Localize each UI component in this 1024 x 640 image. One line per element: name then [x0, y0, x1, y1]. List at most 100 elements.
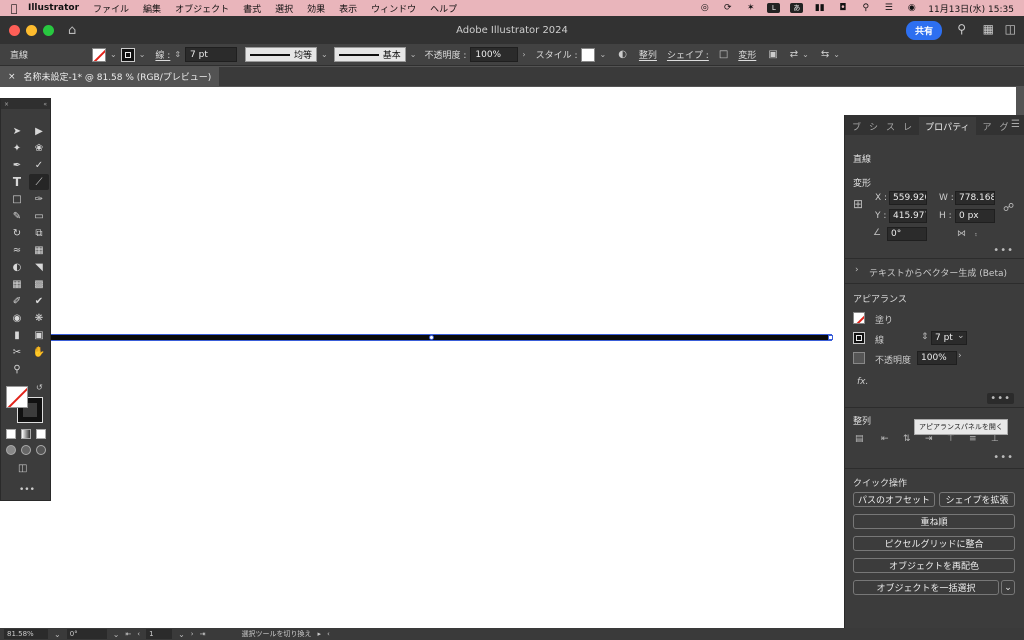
input-method-icon[interactable]: あ — [790, 3, 804, 13]
close-panel-icon[interactable]: × — [4, 101, 9, 108]
reflect-icon[interactable]: ⇄ — [790, 49, 798, 60]
isolate-icon[interactable]: ⇆ — [821, 49, 829, 60]
menu-select[interactable]: 選択 — [275, 2, 293, 15]
menu-app-name[interactable]: Illustrator — [28, 3, 79, 13]
align-link[interactable]: 整列 — [639, 48, 657, 61]
select-same-button[interactable]: オブジェクトを一括選択 — [853, 580, 999, 595]
panel-menu-icon[interactable]: ☰ — [1011, 119, 1020, 130]
scroll-left-icon[interactable]: ‹ — [327, 630, 330, 638]
tab-brushes[interactable]: ブ — [851, 117, 862, 135]
collapse-panel-icon[interactable]: « — [43, 101, 47, 108]
fill-swatch[interactable] — [92, 47, 107, 62]
chevron-right-icon[interactable]: › — [855, 265, 859, 275]
first-artboard-icon[interactable]: ⇤ — [125, 630, 131, 638]
gradient-mode-icon[interactable] — [21, 429, 31, 439]
tools-panel-header[interactable]: × « — [1, 99, 50, 109]
appearance-stroke-swatch[interactable] — [853, 332, 865, 344]
tab-layers[interactable]: レ — [902, 117, 913, 135]
workspace-icon[interactable]: ▦ — [983, 22, 994, 36]
curvature-tool-icon[interactable]: ✓ — [29, 157, 49, 173]
menu-help[interactable]: ヘルプ — [430, 2, 457, 15]
home-icon[interactable]: ⌂ — [68, 23, 76, 38]
status-menu-icon[interactable]: ▸ — [317, 630, 321, 638]
apple-icon[interactable]:  — [0, 2, 28, 15]
align-left-icon[interactable]: ⇤ — [881, 434, 889, 444]
arrange-documents-icon[interactable]: ◫ — [1005, 22, 1016, 36]
draw-normal-icon[interactable] — [6, 445, 16, 455]
paintbrush-tool-icon[interactable]: ✑ — [29, 191, 49, 207]
last-artboard-icon[interactable]: ⇥ — [200, 630, 206, 638]
stepper-icon[interactable]: ⇕ — [174, 50, 181, 59]
perspective-grid-tool-icon[interactable]: ◥ — [29, 259, 49, 275]
edit-toolbar-icon[interactable]: ••• — [19, 485, 35, 495]
menu-object[interactable]: オブジェクト — [175, 2, 229, 15]
chevron-down-icon[interactable]: ⌄ — [957, 331, 965, 341]
center-point[interactable] — [429, 335, 434, 340]
w-input[interactable]: 778.168 — [955, 191, 995, 205]
tab-swatches[interactable]: ス — [885, 117, 896, 135]
zoom-tool-icon[interactable]: ⚲ — [7, 361, 27, 377]
menu-view[interactable]: 表示 — [339, 2, 357, 15]
zoom-level-field[interactable]: 81.58% — [4, 629, 48, 639]
align-to-icon[interactable]: ▤ — [855, 434, 864, 444]
lasso-tool-icon[interactable]: ❀ — [29, 140, 49, 156]
slice-tool-icon[interactable]: ✂ — [7, 344, 27, 360]
align-bottom-icon[interactable]: ⊥ — [991, 434, 999, 444]
anchor-point-end[interactable] — [828, 335, 833, 340]
menu-edit[interactable]: 編集 — [143, 2, 161, 15]
pixel-grid-button[interactable]: ピクセルグリッドに整合 — [853, 536, 1015, 551]
align-center-v-icon[interactable]: ≡ — [969, 434, 977, 444]
opacity-input[interactable]: 100% — [470, 47, 519, 62]
hand-tool-icon[interactable]: ✋ — [29, 344, 49, 360]
flip-vertical-icon[interactable]: ⨾ — [975, 229, 977, 239]
chevron-down-icon[interactable]: ⌄ — [599, 50, 606, 59]
tab-symbols[interactable]: シ — [868, 117, 879, 135]
expand-shape-button[interactable]: シェイプを拡張 — [939, 492, 1015, 507]
chevron-down-icon[interactable]: ⌄ — [178, 630, 185, 639]
add-effect-button[interactable]: fx. — [857, 377, 868, 387]
offset-path-button[interactable]: パスのオフセット — [853, 492, 935, 507]
align-top-icon[interactable]: ⊤ — [947, 434, 955, 444]
draw-behind-icon[interactable] — [21, 445, 31, 455]
battery-icon[interactable]: ▮▮ — [813, 3, 826, 13]
screen-mode-icon[interactable]: ◫ — [18, 463, 27, 474]
siri-icon[interactable]: ◉ — [905, 3, 918, 13]
h-input[interactable]: 0 px — [955, 209, 995, 223]
chevron-down-icon[interactable]: ⌄ — [802, 50, 809, 59]
appearance-fill-swatch[interactable] — [853, 312, 865, 324]
scale-tool-icon[interactable]: ⧉ — [29, 225, 49, 241]
chevron-right-icon[interactable]: › — [522, 50, 525, 59]
mesh-tool-icon[interactable]: ▦ — [7, 276, 27, 292]
align-center-h-icon[interactable]: ⇅ — [903, 434, 911, 444]
previous-artboard-icon[interactable]: ‹ — [137, 630, 140, 638]
bounding-box-icon[interactable]: ▣ — [768, 49, 777, 60]
text-to-vector-label[interactable]: テキストからベクター生成 (Beta) — [869, 266, 1007, 279]
sync-icon[interactable]: ⟳ — [721, 3, 734, 13]
stroke-panel-link[interactable]: 線 : — [155, 48, 170, 61]
swap-fill-stroke-icon[interactable]: ↺ — [36, 383, 43, 392]
stroke-weight-input[interactable]: 7 pt — [185, 47, 238, 62]
chevron-down-icon[interactable]: ⌄ — [113, 630, 120, 639]
search-icon[interactable]: ⚲ — [957, 22, 966, 36]
align-right-icon[interactable]: ⇥ — [925, 434, 933, 444]
stepper-icon[interactable]: ⇕ — [921, 332, 929, 342]
document-tab[interactable]: × 名称未設定-1* @ 81.58 % (RGB/プレビュー) — [0, 67, 220, 86]
bluetooth-icon[interactable]: ✶ — [744, 3, 757, 13]
arrange-button[interactable]: 重ね順 — [853, 514, 1015, 529]
chevron-down-icon[interactable]: ⌄ — [54, 630, 61, 639]
minimize-window-button[interactable] — [26, 24, 37, 36]
variable-width-profile[interactable]: 均等 — [245, 47, 318, 62]
menu-type[interactable]: 書式 — [243, 2, 261, 15]
blend-tool-icon[interactable]: ◉ — [7, 310, 27, 326]
constrain-proportions-icon[interactable]: ☍ — [1003, 201, 1014, 214]
artboard-tool-icon[interactable]: ▣ — [29, 327, 49, 343]
line-app-icon[interactable]: L — [767, 3, 781, 13]
next-artboard-icon[interactable]: › — [191, 630, 194, 638]
rotation-field[interactable]: 0° — [66, 629, 107, 639]
stroke-swatch[interactable] — [120, 47, 135, 62]
x-input[interactable]: 559.926 — [889, 191, 927, 205]
tab-graphic-styles[interactable]: グ — [999, 117, 1010, 135]
angle-input[interactable]: 0° — [887, 227, 927, 241]
eraser-tool-icon[interactable]: ▭ — [29, 208, 49, 224]
symbol-sprayer-tool-icon[interactable]: ❋ — [29, 310, 49, 326]
